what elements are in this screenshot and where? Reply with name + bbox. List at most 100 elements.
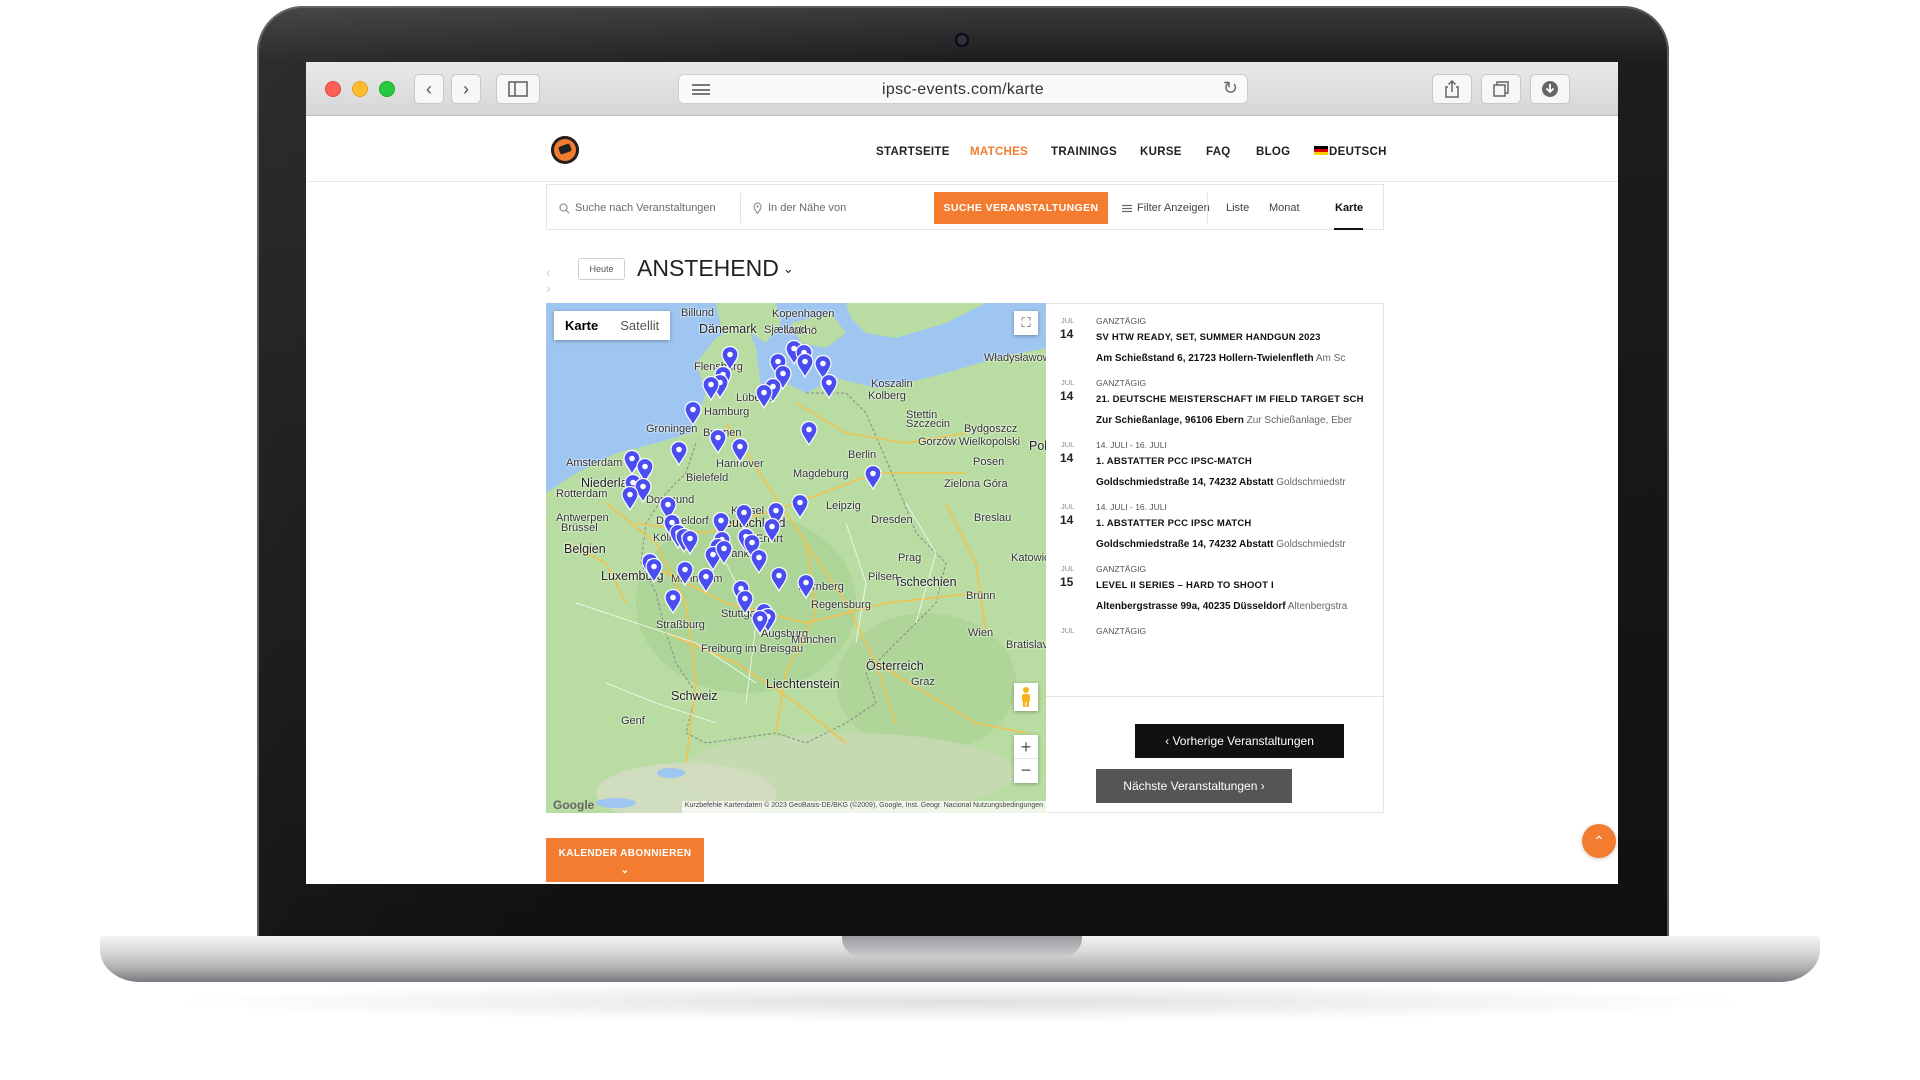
nav-startseite[interactable]: STARTSEITE — [876, 146, 950, 158]
map-attribution[interactable]: Kurzbefehle Kartendaten © 2023 GeoBasis-… — [681, 801, 1046, 813]
forward-icon: › — [463, 79, 469, 99]
map-type-control: Karte Satellit — [554, 311, 671, 340]
sidebar-toggle-button[interactable] — [496, 74, 540, 104]
chevron-down-icon: ⌄ — [782, 261, 794, 276]
map-marker-icon[interactable] — [664, 589, 682, 614]
map-marker-icon[interactable] — [645, 558, 663, 583]
event-item[interactable]: JUL GANZTÄGIG — [1046, 616, 1383, 692]
chevron-down-icon: ⌄ — [620, 865, 630, 876]
map-label: Katowice — [1011, 552, 1046, 564]
close-window-button[interactable] — [325, 81, 341, 97]
search-events-button[interactable]: SUCHE VERANSTALTUNGEN — [934, 192, 1108, 224]
map-type-satellit[interactable]: Satellit — [609, 311, 670, 340]
map-marker-icon[interactable] — [670, 441, 688, 466]
language-label: DEUTSCH — [1329, 146, 1387, 158]
active-view-underline — [1334, 228, 1363, 230]
laptop-shadow — [160, 982, 1760, 1022]
map-marker-icon[interactable] — [864, 465, 882, 490]
keyword-search-input[interactable]: Suche nach Veranstaltungen — [575, 202, 716, 214]
view-tab-monat[interactable]: Monat — [1269, 202, 1300, 214]
map-type-karte[interactable]: Karte — [554, 311, 609, 340]
nav-kurse[interactable]: KURSE — [1140, 146, 1182, 158]
map-label: Billund — [681, 307, 715, 319]
map-marker-icon[interactable] — [796, 353, 814, 378]
nav-language[interactable]: DEUTSCH — [1314, 146, 1387, 158]
screen: ‹ › ipsc-events.com/karte ↻ STARTSEITE M… — [306, 62, 1618, 884]
today-button[interactable]: Heute — [578, 258, 625, 280]
map-marker-icon[interactable] — [735, 504, 753, 529]
map-marker-icon[interactable] — [621, 486, 639, 511]
map-marker-icon[interactable] — [709, 429, 727, 454]
map-label: Pilsen — [868, 571, 898, 583]
event-title[interactable]: LEVEL II SERIES – HARD TO SHOOT I — [1096, 580, 1274, 591]
event-title[interactable]: 1. ABSTATTER PCC IPSC MATCH — [1096, 518, 1251, 529]
event-title[interactable]: 21. DEUTSCHE MEISTERSCHAFT IM FIELD TARG… — [1096, 394, 1364, 405]
map-marker-icon[interactable] — [684, 401, 702, 426]
search-divider — [740, 193, 741, 223]
location-search-input[interactable]: In der Nähe von — [768, 202, 846, 214]
map-marker-icon[interactable] — [731, 438, 749, 463]
subscribe-calendar-button[interactable]: KALENDER ABONNIEREN ⌄ — [546, 838, 704, 882]
map-marker-icon[interactable] — [791, 494, 809, 519]
zoom-window-button[interactable] — [379, 81, 395, 97]
map-marker-icon[interactable] — [681, 530, 699, 555]
event-day: 14 — [1060, 513, 1074, 527]
date-heading[interactable]: ANSTEHEND ⌄ — [637, 255, 794, 282]
pegman-button[interactable] — [1014, 683, 1038, 711]
map-canvas[interactable] — [546, 303, 1046, 813]
scroll-to-top-button[interactable]: ⌃ — [1582, 824, 1616, 858]
event-title[interactable]: 1. ABSTATTER PCC IPSC-MATCH — [1096, 456, 1252, 467]
event-address: Zur Schießanlage, 96106 Ebern Zur Schieß… — [1096, 415, 1352, 426]
event-address: Am Schießstand 6, 21723 Hollern-Twielenf… — [1096, 353, 1345, 364]
reload-icon[interactable]: ↻ — [1223, 78, 1238, 99]
map-label: Bydgoszcz — [964, 423, 1018, 435]
nav-trainings[interactable]: TRAININGS — [1051, 146, 1117, 158]
view-tab-karte[interactable]: Karte — [1335, 202, 1363, 214]
fullscreen-button[interactable]: ⛶ — [1014, 311, 1038, 335]
map-marker-icon[interactable] — [750, 549, 768, 574]
prev-next-arrows[interactable]: ‹ › — [546, 264, 557, 296]
tabs-button[interactable] — [1481, 74, 1521, 104]
map-marker-icon[interactable] — [797, 574, 815, 599]
map-label: Schweiz — [671, 689, 718, 703]
event-title[interactable]: SV HTW READY, SET, SUMMER HANDGUN 2023 — [1096, 332, 1321, 343]
event-month: JUL — [1061, 378, 1075, 387]
back-button[interactable]: ‹ — [414, 74, 444, 104]
map-marker-icon[interactable] — [755, 384, 773, 409]
nav-blog[interactable]: BLOG — [1256, 146, 1290, 158]
event-map[interactable]: Kopenhagen Dänemark Malmö Billund Sjælland Wł… — [546, 303, 1046, 813]
address-bar[interactable]: ipsc-events.com/karte ↻ — [678, 74, 1248, 104]
event-address-main: Altenbergstrasse 99a, 40235 Düsseldorf — [1096, 601, 1286, 612]
map-marker-icon[interactable] — [676, 561, 694, 586]
next-events-button[interactable]: Nächste Veranstaltungen › — [1096, 769, 1292, 803]
event-address: Goldschmiedstraße 14, 74232 Abstatt Gold… — [1096, 539, 1346, 550]
map-marker-icon[interactable] — [770, 567, 788, 592]
map-marker-icon[interactable] — [697, 568, 715, 593]
view-tab-liste[interactable]: Liste — [1226, 202, 1249, 214]
event-day: 15 — [1060, 575, 1074, 589]
previous-events-button[interactable]: ‹ Vorherige Veranstaltungen — [1135, 724, 1344, 758]
share-button[interactable] — [1432, 74, 1472, 104]
map-marker-icon[interactable] — [702, 376, 720, 401]
zoom-in-button[interactable]: + — [1014, 735, 1038, 759]
map-marker-icon[interactable] — [763, 518, 781, 543]
site-logo[interactable] — [551, 136, 579, 164]
map-marker-icon[interactable] — [800, 421, 818, 446]
map-label: Genf — [621, 715, 645, 727]
map-label: Brünn — [966, 590, 996, 602]
map-marker-icon[interactable] — [751, 610, 769, 635]
map-marker-icon[interactable] — [715, 540, 733, 565]
minimize-window-button[interactable] — [352, 81, 368, 97]
downloads-button[interactable] — [1530, 74, 1570, 104]
event-day: 14 — [1060, 389, 1074, 403]
nav-matches[interactable]: MATCHES — [970, 146, 1028, 158]
webcam — [957, 35, 967, 45]
zoom-out-button[interactable]: − — [1014, 759, 1038, 783]
map-label: Leipzig — [826, 500, 861, 512]
show-filters-button[interactable]: Filter Anzeigen — [1137, 202, 1210, 214]
forward-button[interactable]: › — [451, 74, 481, 104]
map-label: Tschechien — [894, 575, 957, 589]
map-marker-icon[interactable] — [820, 374, 838, 399]
nav-faq[interactable]: FAQ — [1206, 146, 1231, 158]
map-label: Hamburg — [704, 406, 750, 418]
